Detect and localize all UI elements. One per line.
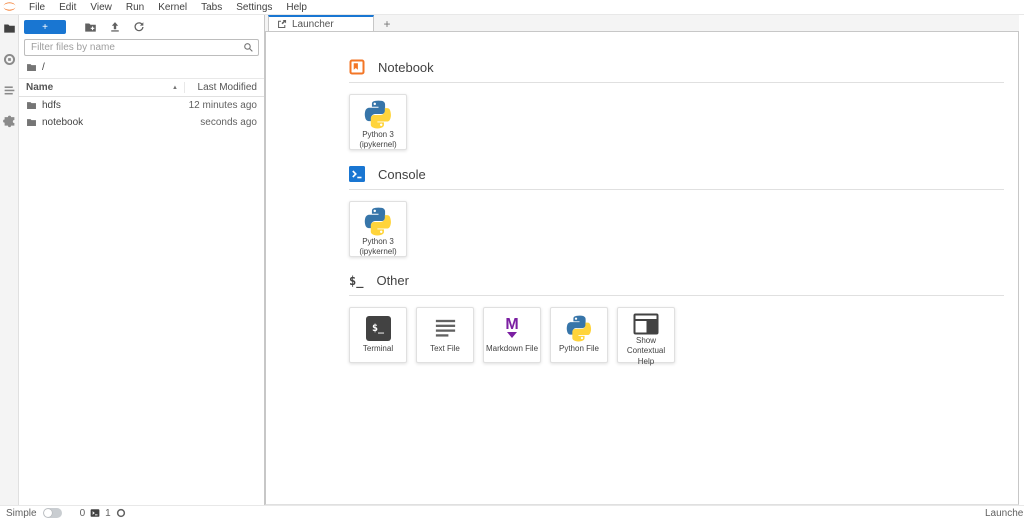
python-icon: [364, 100, 393, 129]
table-of-contents-icon[interactable]: [3, 84, 16, 97]
folder-icon: [26, 117, 37, 128]
sessions-counts[interactable]: 0 1: [80, 508, 126, 519]
menu-view[interactable]: View: [83, 2, 119, 13]
menu-file[interactable]: File: [22, 2, 52, 13]
terminal-status-icon: [90, 508, 100, 518]
card-text-file[interactable]: Text File: [416, 307, 474, 363]
file-modified: seconds ago: [200, 117, 257, 128]
section-title: Console: [378, 167, 426, 182]
new-folder-icon[interactable]: [78, 21, 103, 34]
jupyterlab-window: File Edit View Run Kernel Tabs Settings …: [0, 0, 1024, 520]
folder-icon: [26, 100, 37, 111]
breadcrumb[interactable]: /: [19, 56, 264, 78]
extension-manager-icon[interactable]: [3, 115, 16, 128]
terminal-glyph-icon: $_: [349, 274, 363, 288]
python-icon: [364, 207, 393, 236]
card-label: Python 3 (ipykernel): [350, 130, 406, 151]
menu-settings[interactable]: Settings: [229, 2, 279, 13]
file-row-notebook[interactable]: notebook seconds ago: [19, 114, 264, 131]
column-name-label: Name: [26, 82, 53, 93]
section-notebook: Notebook Python 3 (ipykernel): [349, 59, 1004, 150]
home-folder-icon: [26, 62, 37, 73]
section-title: Notebook: [378, 60, 434, 75]
section-notebook-cards: Python 3 (ipykernel): [349, 94, 1004, 150]
section-console-header: Console: [349, 166, 1004, 190]
file-name: hdfs: [42, 100, 61, 111]
left-sidebar-strip: [0, 15, 19, 505]
search-icon: [243, 42, 254, 53]
jupyter-logo-icon: [2, 1, 17, 12]
status-bar: Simple 0 1 Launcher: [0, 505, 1024, 520]
python-icon: [566, 313, 593, 343]
column-name[interactable]: Name ▲: [26, 82, 185, 93]
card-label: Terminal: [361, 344, 395, 354]
file-modified: 12 minutes ago: [189, 100, 257, 111]
file-browser-toolbar: +: [19, 15, 264, 37]
card-terminal[interactable]: $_ Terminal: [349, 307, 407, 363]
statusbar-context-label: Launcher: [985, 508, 1024, 519]
tab-bar: Launcher +: [265, 15, 1019, 32]
card-label: Text File: [428, 344, 462, 354]
filter-files-input[interactable]: [24, 39, 259, 56]
menu-bar: File Edit View Run Kernel Tabs Settings …: [0, 0, 1024, 15]
section-other: $_ Other $_ Terminal: [349, 273, 1004, 363]
new-tab-button[interactable]: +: [374, 16, 400, 31]
text-file-icon: [433, 313, 458, 343]
section-title: Other: [376, 273, 409, 288]
section-console-cards: Python 3 (ipykernel): [349, 201, 1004, 257]
kernel-status-icon: [116, 508, 126, 518]
breadcrumb-root[interactable]: /: [42, 62, 45, 73]
section-other-cards: $_ Terminal: [349, 307, 1004, 363]
card-markdown-file[interactable]: M Markdown File: [483, 307, 541, 363]
terminal-icon: $_: [366, 313, 391, 343]
section-console: Console Python 3 (ipykernel): [349, 166, 1004, 257]
refresh-icon[interactable]: [127, 21, 151, 33]
toggle-knob: [44, 509, 52, 517]
new-launcher-button[interactable]: +: [24, 20, 66, 34]
card-show-contextual-help[interactable]: Show Contextual Help: [617, 307, 675, 363]
file-browser-panel: +: [19, 15, 265, 505]
inspector-icon: [633, 313, 659, 335]
main-area: Launcher + Notebook: [265, 15, 1019, 505]
column-last-modified[interactable]: Last Modified: [191, 82, 257, 93]
launcher-icon: [277, 19, 287, 29]
card-label: Python File: [557, 344, 601, 354]
section-notebook-header: Notebook: [349, 59, 1004, 83]
card-label: Markdown File: [484, 344, 540, 354]
simple-mode-label: Simple: [6, 508, 37, 519]
file-browser-icon[interactable]: [3, 22, 16, 35]
card-notebook-python3[interactable]: Python 3 (ipykernel): [349, 94, 407, 150]
sort-ascending-icon[interactable]: ▲: [172, 85, 178, 91]
file-row-hdfs[interactable]: hdfs 12 minutes ago: [19, 97, 264, 114]
markdown-icon: M: [505, 313, 518, 343]
console-icon: [349, 166, 365, 182]
card-python-file[interactable]: Python File: [550, 307, 608, 363]
simple-mode-toggle[interactable]: [43, 508, 62, 518]
filter-files-container: [24, 39, 259, 56]
card-label: Python 3 (ipykernel): [350, 237, 406, 258]
section-other-header: $_ Other: [349, 273, 1004, 296]
file-name: notebook: [42, 117, 83, 128]
menu-kernel[interactable]: Kernel: [151, 2, 194, 13]
menu-run[interactable]: Run: [119, 2, 151, 13]
terminals-count: 0: [80, 508, 86, 519]
tab-launcher[interactable]: Launcher: [268, 15, 374, 31]
upload-icon[interactable]: [103, 21, 127, 33]
card-console-python3[interactable]: Python 3 (ipykernel): [349, 201, 407, 257]
tab-launcher-label: Launcher: [292, 19, 334, 30]
notebook-icon: [349, 59, 365, 75]
kernels-count: 1: [105, 508, 111, 519]
file-list-header: Name ▲ Last Modified: [19, 78, 264, 97]
menu-help[interactable]: Help: [279, 2, 314, 13]
workspace: +: [0, 15, 1024, 505]
menu-tabs[interactable]: Tabs: [194, 2, 229, 13]
menu-edit[interactable]: Edit: [52, 2, 83, 13]
running-sessions-icon[interactable]: [3, 53, 16, 66]
launcher-panel: Notebook Python 3 (ipykernel): [265, 32, 1019, 505]
card-label: Show Contextual Help: [618, 336, 674, 367]
